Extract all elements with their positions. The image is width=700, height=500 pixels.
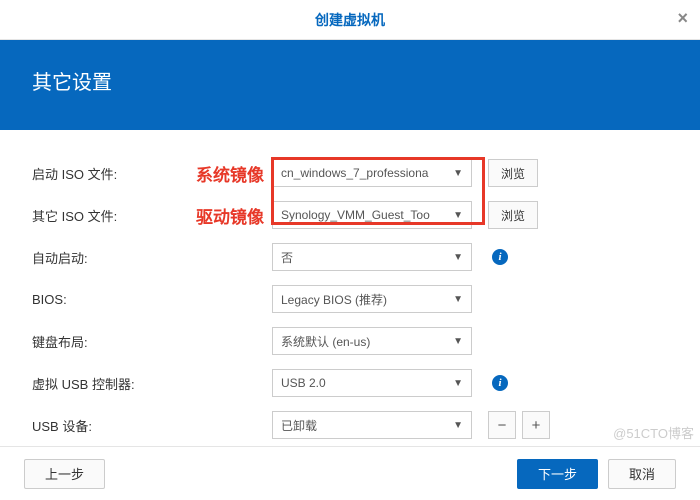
title-bar: 创建虚拟机 × xyxy=(0,0,700,40)
select-autostart[interactable]: 否 ▼ xyxy=(272,243,472,271)
select-boot-iso-value: cn_windows_7_professiona xyxy=(281,166,428,180)
row-usb-device: USB 设备: 已卸载 ▼ − + xyxy=(32,410,668,440)
chevron-down-icon: ▼ xyxy=(453,252,463,263)
chevron-down-icon: ▼ xyxy=(453,168,463,179)
row-boot-iso: 启动 ISO 文件: 系统镜像 cn_windows_7_professiona… xyxy=(32,158,668,188)
add-usb-button[interactable]: + xyxy=(522,411,550,439)
section-title: 其它设置 xyxy=(32,72,112,94)
label-other-iso: 其它 ISO 文件: xyxy=(32,206,162,225)
label-boot-iso: 启动 ISO 文件: xyxy=(32,164,162,183)
dialog-title: 创建虚拟机 xyxy=(315,10,385,30)
chevron-down-icon: ▼ xyxy=(453,294,463,305)
annotation-system-image: 系统镜像 xyxy=(162,161,272,186)
label-usb-controller: 虚拟 USB 控制器: xyxy=(32,374,162,393)
footer: 上一步 下一步 取消 xyxy=(0,446,700,500)
remove-usb-button[interactable]: − xyxy=(488,411,516,439)
select-boot-iso[interactable]: cn_windows_7_professiona ▼ xyxy=(272,159,472,187)
chevron-down-icon: ▼ xyxy=(453,336,463,347)
row-keyboard: 键盘布局: 系统默认 (en-us) ▼ xyxy=(32,326,668,356)
prev-button[interactable]: 上一步 xyxy=(24,459,105,489)
select-usb-device[interactable]: 已卸载 ▼ xyxy=(272,411,472,439)
cancel-button[interactable]: 取消 xyxy=(608,459,676,489)
browse-boot-iso-button[interactable]: 浏览 xyxy=(488,159,538,187)
chevron-down-icon: ▼ xyxy=(453,378,463,389)
select-bios[interactable]: Legacy BIOS (推荐) ▼ xyxy=(272,285,472,313)
close-icon[interactable]: × xyxy=(677,8,688,29)
row-bios: BIOS: Legacy BIOS (推荐) ▼ xyxy=(32,284,668,314)
info-icon[interactable]: i xyxy=(492,249,508,265)
row-usb-controller: 虚拟 USB 控制器: USB 2.0 ▼ i xyxy=(32,368,668,398)
select-other-iso[interactable]: Synology_VMM_Guest_Too ▼ xyxy=(272,201,472,229)
section-header: 其它设置 xyxy=(0,40,700,130)
select-other-iso-value: Synology_VMM_Guest_Too xyxy=(281,208,430,222)
select-keyboard-value: 系统默认 (en-us) xyxy=(281,333,370,350)
chevron-down-icon: ▼ xyxy=(453,210,463,221)
select-bios-value: Legacy BIOS (推荐) xyxy=(281,291,387,308)
annotation-driver-image: 驱动镜像 xyxy=(162,203,272,228)
select-usb-device-value: 已卸载 xyxy=(281,417,317,434)
label-usb-device: USB 设备: xyxy=(32,416,162,435)
next-button[interactable]: 下一步 xyxy=(517,459,598,489)
row-other-iso: 其它 ISO 文件: 驱动镜像 Synology_VMM_Guest_Too ▼… xyxy=(32,200,668,230)
plus-icon: + xyxy=(532,417,541,434)
select-autostart-value: 否 xyxy=(281,249,293,266)
select-keyboard[interactable]: 系统默认 (en-us) ▼ xyxy=(272,327,472,355)
select-usb-controller[interactable]: USB 2.0 ▼ xyxy=(272,369,472,397)
label-autostart: 自动启动: xyxy=(32,248,162,267)
browse-other-iso-button[interactable]: 浏览 xyxy=(488,201,538,229)
chevron-down-icon: ▼ xyxy=(453,420,463,431)
select-usb-controller-value: USB 2.0 xyxy=(281,376,326,390)
row-autostart: 自动启动: 否 ▼ i xyxy=(32,242,668,272)
minus-icon: − xyxy=(498,417,507,434)
info-icon[interactable]: i xyxy=(492,375,508,391)
form-area: 启动 ISO 文件: 系统镜像 cn_windows_7_professiona… xyxy=(0,130,700,462)
label-bios: BIOS: xyxy=(32,292,162,307)
label-keyboard: 键盘布局: xyxy=(32,332,162,351)
